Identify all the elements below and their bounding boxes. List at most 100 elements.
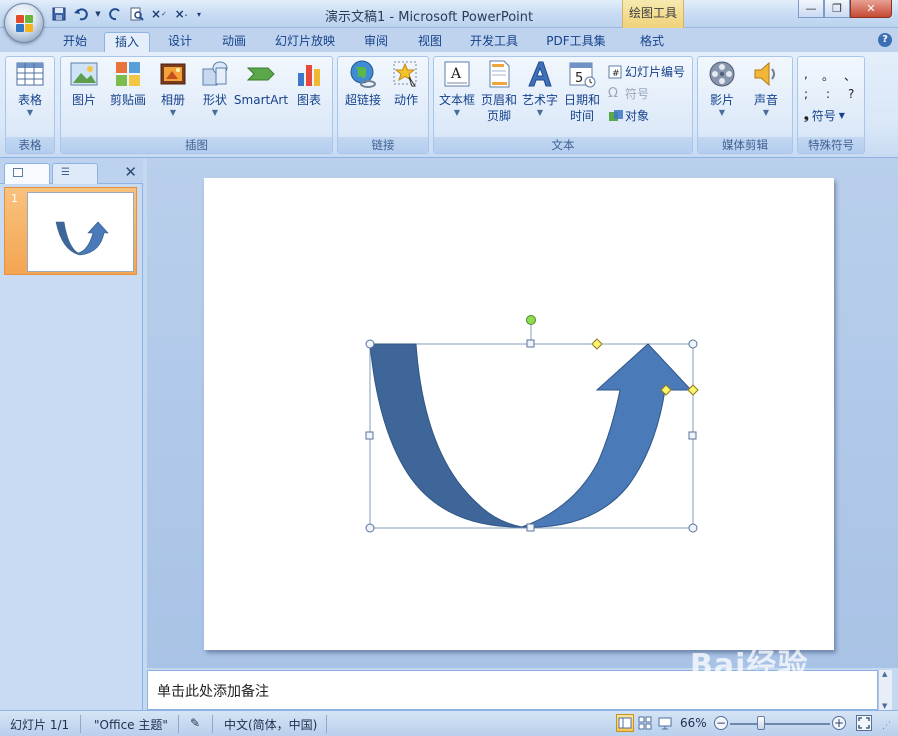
zoom-slider-thumb[interactable] (757, 716, 765, 730)
slide-thumbnail-selected[interactable]: 1 (4, 187, 137, 275)
adjust-handle-1[interactable] (591, 338, 603, 350)
adjust-handle-3[interactable] (687, 384, 699, 396)
symbol-question[interactable]: ? (848, 87, 854, 101)
slide-number-icon: # (608, 65, 622, 79)
restore-icon[interactable]: ❐ (824, 0, 850, 18)
photo-album-button-label: 相册 (160, 93, 185, 107)
shapes-button[interactable]: 形状 ▼ (195, 59, 235, 118)
header-footer-icon (484, 59, 514, 89)
zoom-level[interactable]: 66% (680, 716, 707, 730)
slide-number-button[interactable]: # 幻灯片编号 (608, 63, 685, 80)
slide-thumbnail[interactable] (27, 192, 134, 272)
minimize-icon[interactable]: — (798, 0, 824, 18)
photo-album-button[interactable]: 相册 ▼ (153, 59, 193, 118)
resize-handle-top[interactable] (526, 339, 535, 348)
notes-scrollbar[interactable]: ▲ ▼ (878, 670, 892, 710)
action-button-label: 动作 (393, 93, 418, 107)
symbol-comma[interactable]: , (804, 67, 808, 81)
tab-view[interactable]: 视图 (410, 32, 450, 52)
action-button[interactable]: 动作 (386, 59, 426, 108)
rotation-handle[interactable] (526, 315, 536, 325)
slides-pane: ☰ ✕ 1 (0, 158, 143, 710)
baidu-watermark-url: jingyan.baidu.com (742, 684, 844, 697)
language-indicator[interactable]: 中文(简体，中国) (224, 716, 317, 733)
theme-name[interactable]: "Office 主题" (94, 716, 168, 733)
symbol-semicolon[interactable]: ; (804, 87, 808, 101)
format-painter-icon[interactable]: × ✓ (150, 5, 168, 23)
chevron-down-icon[interactable]: ▼ (94, 5, 102, 23)
sound-button[interactable]: 声音 ▼ (746, 59, 786, 118)
clipart-button[interactable]: 剪贴画 (105, 59, 151, 108)
wordart-button-label: 艺术字 (521, 93, 558, 107)
arrow-shape-right-band[interactable] (521, 343, 693, 528)
slide-sorter-view-button[interactable] (636, 714, 654, 732)
normal-view-icon (618, 717, 632, 729)
slide-sorter-icon (638, 716, 652, 730)
textbox-button[interactable]: A 文本框 ▼ (436, 59, 478, 118)
resize-handle-left[interactable] (365, 431, 374, 440)
tab-format[interactable]: 格式 (630, 32, 674, 52)
close-icon[interactable]: ✕ (124, 163, 137, 181)
zoom-slider[interactable] (730, 723, 830, 725)
slideshow-view-button[interactable] (656, 714, 674, 732)
header-footer-button[interactable]: 页眉和 页脚 (478, 59, 520, 124)
redo-icon[interactable] (106, 5, 124, 23)
slide-counter: 幻灯片 1/1 (10, 718, 70, 732)
resize-handle-top-left[interactable] (365, 339, 375, 349)
resize-handle-bottom-right[interactable] (688, 523, 698, 533)
resize-grip-icon[interactable]: ⋰ (882, 721, 891, 731)
window-title: 演示文稿1 - Microsoft PowerPoint (325, 10, 534, 25)
tab-animation[interactable]: 动画 (214, 32, 254, 52)
object-button[interactable]: 对象 (608, 107, 649, 124)
normal-view-button[interactable] (616, 714, 634, 732)
tab-insert[interactable]: 插入 (104, 32, 150, 52)
symbol-colon[interactable]: : (826, 87, 830, 101)
wordart-button[interactable]: 艺术字 ▼ (520, 59, 560, 118)
fit-to-window-icon[interactable] (856, 715, 872, 731)
picture-button[interactable]: 图片 (65, 59, 103, 108)
tab-design[interactable]: 设计 (160, 32, 200, 52)
smartart-button[interactable]: SmartArt (233, 59, 289, 108)
hyperlink-button-label: 超链接 (344, 93, 381, 107)
close-icon[interactable]: ✕ (850, 0, 892, 18)
tab-home[interactable]: 开始 (55, 32, 95, 52)
outline-tab[interactable]: ☰ (52, 163, 98, 184)
arrow-shape-left-band[interactable] (369, 343, 523, 528)
hyperlink-globe-icon (348, 59, 378, 89)
scroll-down-icon[interactable]: ▼ (882, 702, 887, 710)
zoom-out-icon[interactable]: − (714, 716, 728, 730)
print-preview-icon[interactable] (128, 5, 146, 23)
picture-button-label: 图片 (71, 93, 96, 107)
symbol-period[interactable]: 。 (822, 67, 834, 84)
tab-pdf-tools[interactable]: PDF工具集 (540, 32, 612, 52)
resize-handle-right[interactable] (688, 431, 697, 440)
slide-canvas[interactable] (204, 178, 834, 650)
hyperlink-button[interactable]: 超链接 (341, 59, 385, 108)
resize-handle-bottom-left[interactable] (365, 523, 375, 533)
resize-handle-bottom[interactable] (526, 523, 535, 532)
customize-icon[interactable]: ▾ (194, 5, 204, 23)
smartart-icon (246, 59, 276, 89)
resize-handle-top-right[interactable] (688, 339, 698, 349)
help-icon[interactable]: ? (878, 33, 892, 47)
table-button[interactable]: 表格 ▼ (10, 59, 50, 118)
save-icon[interactable] (50, 5, 68, 23)
format-clear-icon[interactable]: ×. (172, 5, 190, 23)
special-symbol-button[interactable]: ❟ 符号 ▼ (804, 107, 845, 124)
tab-slideshow[interactable]: 幻灯片放映 (268, 32, 342, 52)
movie-button[interactable]: 影片 ▼ (702, 59, 742, 118)
slides-tab[interactable] (4, 163, 50, 184)
date-time-button[interactable]: 5 日期和 时间 (561, 59, 603, 124)
scroll-up-icon[interactable]: ▲ (882, 670, 887, 678)
office-button[interactable] (4, 3, 44, 43)
symbol-enumeration-comma[interactable]: 、 (844, 67, 856, 84)
symbol-small-button[interactable]: Ω 符号 (608, 85, 649, 102)
textbox-icon: A (442, 59, 472, 89)
tab-review[interactable]: 审阅 (356, 32, 396, 52)
svg-text:5: 5 (575, 71, 583, 86)
chart-button[interactable]: 图表 (289, 59, 329, 108)
zoom-in-icon[interactable]: + (832, 716, 846, 730)
undo-icon[interactable] (72, 5, 90, 23)
spell-check-icon[interactable]: ✎ (190, 716, 200, 730)
tab-developer[interactable]: 开发工具 (462, 32, 526, 52)
